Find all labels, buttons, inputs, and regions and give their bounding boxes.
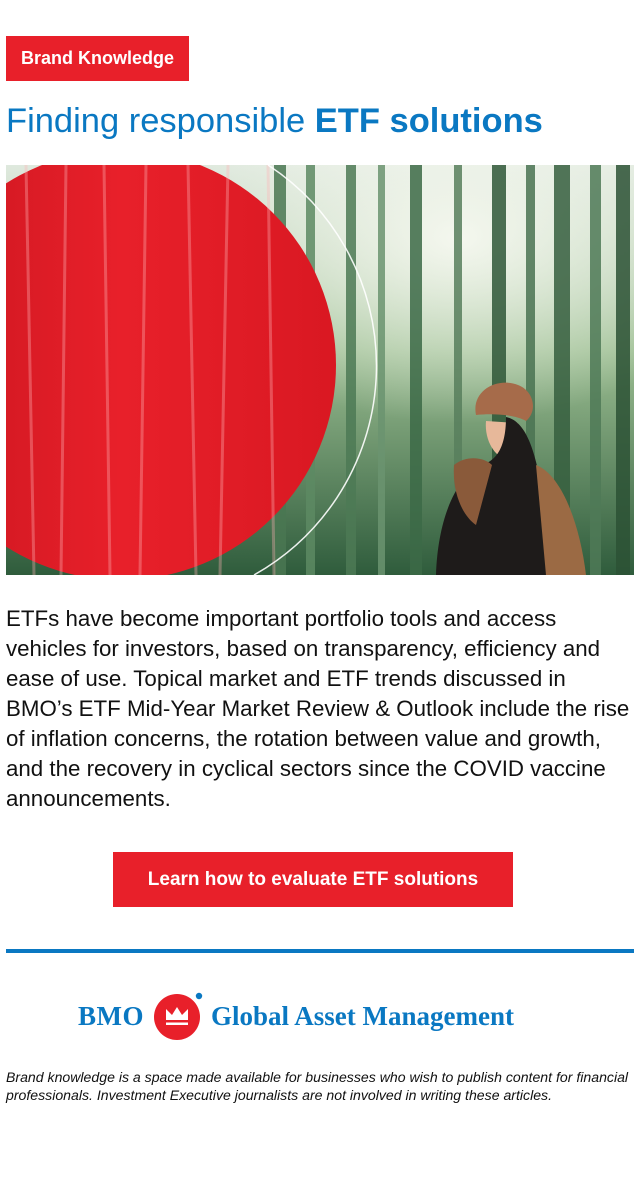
hero-image [6,165,634,575]
evaluate-etf-solutions-button[interactable]: Learn how to evaluate ETF solutions [113,852,513,907]
brand-knowledge-badge: Brand Knowledge [6,36,190,81]
article-paragraph: ETFs have become important portfolio too… [6,606,630,811]
bmo-roundel-icon [153,991,203,1041]
page-title-emphasis: ETF solutions [314,102,543,140]
section-divider [6,949,634,953]
brand-name: Global Asset Management [211,1000,514,1031]
brand-prefix: BMO [78,1000,144,1031]
bmo-gam-logo[interactable]: BMO Global Asset Management [78,991,514,1041]
disclaimer-text: Brand knowledge is a space made availabl… [6,1069,629,1103]
page-title-lead: Finding responsible [6,102,315,140]
page-title: Finding responsible ETF solutions [6,99,543,143]
